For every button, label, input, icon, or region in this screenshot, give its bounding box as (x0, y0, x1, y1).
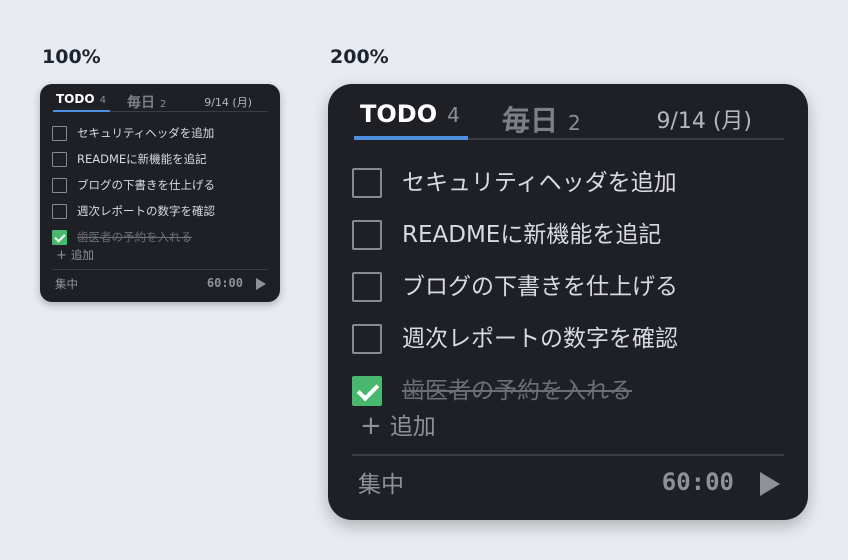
list-item[interactable]: セキュリティヘッダを追加 (52, 120, 272, 146)
item-text: READMEに新機能を追記 (402, 220, 662, 248)
tab-daily-count: 2 (568, 114, 581, 136)
checkbox[interactable] (52, 125, 67, 141)
list-item[interactable]: 週次レポートの数字を確認 (52, 198, 272, 224)
list-item[interactable]: ブログの下書きを仕上げる (52, 172, 272, 198)
add-button[interactable]: + 追加 (56, 247, 94, 263)
active-tab-indicator (53, 110, 110, 112)
tab-todo-label: TODO (360, 100, 438, 128)
date-label: 9/14 (月) (204, 96, 252, 109)
date-label: 9/14 (月) (656, 108, 752, 134)
tab-daily-label: 毎日 (127, 95, 155, 111)
checkbox[interactable] (352, 219, 382, 249)
scale-label-200: 200% (330, 46, 389, 68)
list-item[interactable]: セキュリティヘッダを追加 (352, 156, 792, 208)
checkbox[interactable] (352, 271, 382, 301)
timer-display: 60:00 (206, 276, 243, 290)
scale-label-100: 100% (42, 46, 101, 68)
tab-daily[interactable]: 毎日 2 (502, 100, 581, 140)
todo-widget-100: TODO 4 毎日 2 9/14 (月) セキュリティヘッダを追加 README… (40, 84, 280, 302)
play-icon[interactable] (760, 472, 780, 496)
list-item[interactable]: ブログの下書きを仕上げる (352, 260, 792, 312)
plus-icon: + (360, 411, 382, 441)
list-item[interactable]: 週次レポートの数字を確認 (352, 312, 792, 364)
checkbox[interactable] (352, 323, 382, 353)
item-text: 歯医者の予約を入れる (77, 230, 192, 244)
item-text: セキュリティヘッダを追加 (402, 168, 677, 196)
tab-daily-label: 毎日 (502, 106, 558, 138)
tab-daily[interactable]: 毎日 2 (127, 92, 166, 112)
focus-footer: 集中 60:00 (52, 269, 268, 299)
checkbox[interactable] (52, 151, 67, 167)
checkbox[interactable] (52, 177, 67, 193)
todo-widget-200: TODO 4 毎日 2 9/14 (月) セキュリティヘッダを追加 README… (328, 84, 808, 520)
item-text: 週次レポートの数字を確認 (402, 324, 678, 352)
play-icon[interactable] (256, 278, 266, 290)
tab-bar: TODO 4 毎日 2 9/14 (月) (53, 90, 268, 112)
item-text: ブログの下書きを仕上げる (402, 272, 678, 300)
tab-todo-count: 4 (447, 106, 460, 128)
list-item-done[interactable]: 歯医者の予約を入れる (352, 364, 792, 416)
checkbox-checked[interactable] (52, 229, 67, 245)
tab-daily-count: 2 (160, 99, 167, 110)
focus-footer: 集中 60:00 (352, 454, 784, 514)
add-button[interactable]: + 追加 (360, 410, 436, 442)
item-text: ブログの下書きを仕上げる (77, 178, 215, 192)
item-text: 歯医者の予約を入れる (402, 376, 632, 404)
todo-list: セキュリティヘッダを追加 READMEに新機能を追記 ブログの下書きを仕上げる … (352, 156, 792, 416)
list-item[interactable]: READMEに新機能を追記 (52, 146, 272, 172)
focus-label: 集中 (358, 470, 404, 498)
tab-bar: TODO 4 毎日 2 9/14 (月) (354, 96, 784, 140)
add-label: 追加 (70, 248, 94, 262)
tab-todo-label: TODO (56, 92, 95, 106)
tab-todo-count: 4 (99, 95, 106, 106)
checkbox[interactable] (52, 203, 67, 219)
add-label: 追加 (389, 412, 436, 440)
item-text: 週次レポートの数字を確認 (77, 204, 215, 218)
tab-todo[interactable]: TODO 4 (53, 92, 110, 112)
list-item[interactable]: READMEに新機能を追記 (352, 208, 792, 260)
item-text: READMEに新機能を追記 (77, 152, 207, 166)
item-text: セキュリティヘッダを追加 (77, 126, 215, 140)
plus-icon: + (56, 247, 67, 263)
todo-list: セキュリティヘッダを追加 READMEに新機能を追記 ブログの下書きを仕上げる … (52, 120, 272, 250)
checkbox-checked[interactable] (352, 375, 382, 405)
active-tab-indicator (354, 136, 468, 140)
tab-todo[interactable]: TODO 4 (354, 100, 468, 140)
checkbox[interactable] (352, 167, 382, 197)
timer-display: 60:00 (661, 468, 734, 496)
focus-label: 集中 (55, 277, 78, 291)
